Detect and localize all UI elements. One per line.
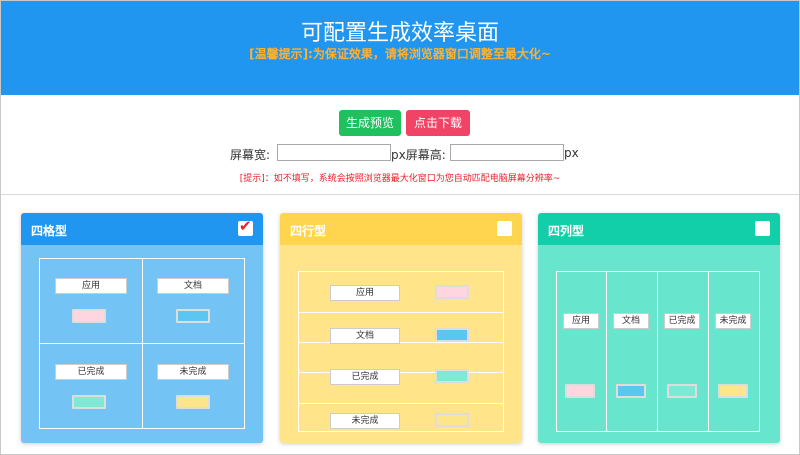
screen-width-label: 屏幕宽: <box>230 148 271 162</box>
screen-width-input[interactable] <box>277 144 391 161</box>
row-label-apps: 应用 <box>330 285 400 301</box>
color-swatch-blue[interactable] <box>616 384 646 398</box>
grid-preview: 应用 文档 已完成 未完成 <box>21 245 263 443</box>
card-title: 四列型 <box>548 224 585 238</box>
controls-panel: 生成预览 点击下载 屏幕宽: px屏幕高: px [提示]：如不填写，系统会按照… <box>1 95 799 195</box>
card-title: 四行型 <box>290 224 327 238</box>
column-label-done: 已完成 <box>664 313 700 329</box>
layout-card-four-grid[interactable]: 四格型 ✔ 应用 文档 已完成 未完成 <box>21 213 263 443</box>
column-label-todo: 未完成 <box>715 313 751 329</box>
color-swatch-yellow[interactable] <box>176 395 210 409</box>
color-swatch-yellow[interactable] <box>435 413 469 427</box>
color-swatch-teal[interactable] <box>435 369 469 383</box>
row-label-docs: 文档 <box>330 328 400 344</box>
screen-height-label: px屏幕高: <box>391 148 446 162</box>
card-header: 四格型 ✔ <box>21 213 263 245</box>
layout-card-four-columns[interactable]: 四列型 应用 文档 已完成 未完成 <box>538 213 780 443</box>
resolution-hint: [提示]：如不填写，系统会按照浏览器最大化窗口为您自动匹配电脑屏幕分辨率~ <box>239 174 561 184</box>
color-swatch-blue[interactable] <box>176 309 210 323</box>
columns-preview: 应用 文档 已完成 未完成 <box>538 245 780 443</box>
column-label-apps: 应用 <box>563 313 599 329</box>
rows-preview: 应用 文档 已完成 未完成 <box>280 245 522 443</box>
cell-label-apps: 应用 <box>55 278 127 294</box>
screen-height-input[interactable] <box>450 144 564 161</box>
cell-label-todo: 未完成 <box>157 364 229 380</box>
cell-label-done: 已完成 <box>55 364 127 380</box>
column-label-docs: 文档 <box>613 313 649 329</box>
checkmark-icon: ✔ <box>239 217 252 235</box>
color-swatch-pink[interactable] <box>435 285 469 299</box>
card-header: 四列型 <box>538 213 780 245</box>
color-swatch-blue[interactable] <box>435 328 469 342</box>
color-swatch-yellow[interactable] <box>718 384 748 398</box>
row-label-todo: 未完成 <box>330 413 400 429</box>
color-swatch-pink[interactable] <box>72 309 106 323</box>
warm-tip: [温馨提示]:为保证效果，请将浏览器窗口调整至最大化~ <box>249 47 551 61</box>
layout-card-four-rows[interactable]: 四行型 应用 文档 已完成 未完成 <box>280 213 522 443</box>
select-checkbox[interactable] <box>497 221 512 236</box>
color-swatch-teal[interactable] <box>667 384 697 398</box>
download-button[interactable]: 点击下载 <box>406 110 470 136</box>
card-header: 四行型 <box>280 213 522 245</box>
color-swatch-pink[interactable] <box>565 384 595 398</box>
page-title: 可配置生成效率桌面 <box>300 21 499 46</box>
screen-size-row: 屏幕宽: px屏幕高: px <box>1 144 799 162</box>
cell-label-docs: 文档 <box>157 278 229 294</box>
row-label-done: 已完成 <box>330 369 400 385</box>
page-header: 可配置生成效率桌面 [温馨提示]:为保证效果，请将浏览器窗口调整至最大化~ <box>1 1 799 95</box>
color-swatch-teal[interactable] <box>72 395 106 409</box>
card-title: 四格型 <box>31 224 68 238</box>
height-unit-label: px <box>564 146 579 160</box>
select-checkbox[interactable]: ✔ <box>238 217 253 236</box>
generate-preview-button[interactable]: 生成预览 <box>339 110 401 136</box>
select-checkbox[interactable] <box>755 221 770 236</box>
